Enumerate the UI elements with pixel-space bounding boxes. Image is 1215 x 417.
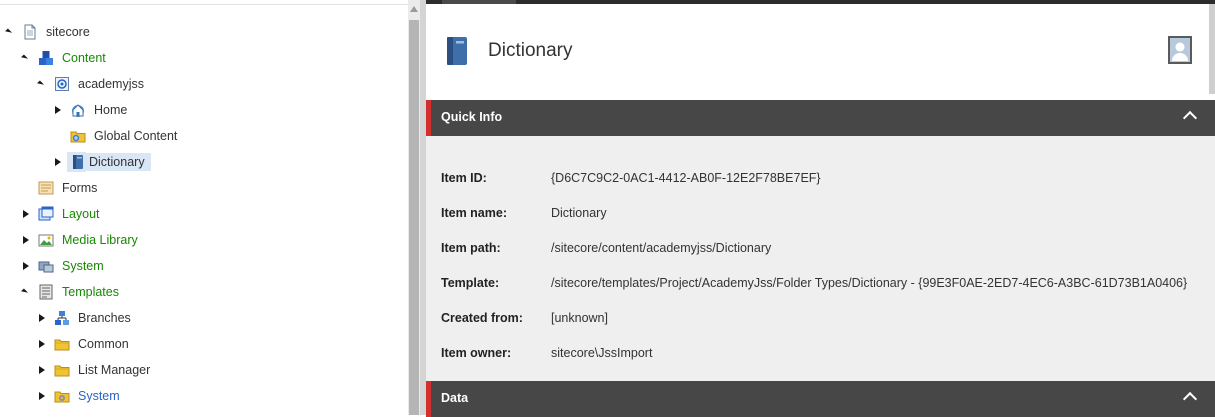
quick-info-row-item-path: Item path: /sitecore/content/academyjss/… <box>441 239 771 257</box>
quick-info-section-header[interactable]: Quick Info <box>426 100 1215 136</box>
selection-highlight <box>67 152 86 172</box>
templates-icon <box>38 284 54 300</box>
tree-item-label: Dictionary <box>86 153 151 171</box>
collapse-toggle-icon[interactable] <box>36 78 48 90</box>
tree-top-border <box>0 4 408 5</box>
section-title: Quick Info <box>441 110 503 124</box>
field-label: Item owner: <box>441 346 512 360</box>
field-label: Template: <box>441 276 500 290</box>
expand-toggle-icon[interactable] <box>20 260 32 272</box>
field-value[interactable]: /sitecore/content/academyjss/Dictionary <box>551 241 771 255</box>
editor-scrollbar-thumb[interactable] <box>1209 4 1215 94</box>
tree-item-label: Content <box>62 51 106 65</box>
tree-scrollbar-thumb[interactable] <box>409 20 419 415</box>
tree-item-common[interactable]: Common <box>36 333 132 355</box>
tree-item-global-content[interactable]: Global Content <box>52 125 180 147</box>
tree-item-layout[interactable]: Layout <box>20 203 103 225</box>
expand-toggle-icon[interactable] <box>36 338 48 350</box>
forms-icon <box>38 180 54 196</box>
expand-toggle-icon[interactable] <box>20 208 32 220</box>
field-value: sitecore\JssImport <box>551 346 653 360</box>
quick-info-panel: Item ID: {D6C7C9C2-0AC1-4412-AB0F-12E2F7… <box>426 136 1215 381</box>
quick-info-row-item-name: Item name: Dictionary <box>441 204 607 222</box>
user-avatar-button[interactable] <box>1168 36 1192 64</box>
folder-icon <box>54 336 70 352</box>
tree-item-label: Templates <box>62 285 119 299</box>
tree-item-sitecore[interactable]: sitecore <box>4 21 93 43</box>
collapse-toggle-icon[interactable] <box>4 26 16 38</box>
tree-item-system[interactable]: System <box>20 255 107 277</box>
item-editor: Dictionary Quick Info Item ID: {D6C7C9C2… <box>426 0 1215 417</box>
field-label: Item name: <box>441 206 507 220</box>
tree-item-branches[interactable]: Branches <box>36 307 134 329</box>
tree-item-label: Global Content <box>94 129 178 143</box>
tree-item-label: Forms <box>62 181 98 195</box>
quick-info-row-template: Template: /sitecore/templates/Project/Ac… <box>441 274 1187 292</box>
field-label: Item path: <box>441 241 501 255</box>
tree-item-label: List Manager <box>78 363 151 377</box>
collapse-toggle-icon[interactable] <box>20 286 32 298</box>
layout-icon <box>38 206 54 222</box>
tree-item-label: sitecore <box>46 25 90 39</box>
tree-item-label: Layout <box>62 207 100 221</box>
tree-item-label: Common <box>78 337 129 351</box>
system-icon <box>38 258 54 274</box>
field-label: Item ID: <box>441 171 487 185</box>
editor-active-tab[interactable] <box>442 0 516 4</box>
tree-item-media-library[interactable]: Media Library <box>20 229 141 251</box>
expand-toggle-icon[interactable] <box>36 312 48 324</box>
chevron-up-icon[interactable] <box>1182 110 1198 126</box>
tree-item-content[interactable]: Content <box>20 47 109 69</box>
site-icon <box>54 76 70 92</box>
branches-icon <box>54 310 70 326</box>
collapse-toggle-icon[interactable] <box>20 52 32 64</box>
tree-item-label: System <box>78 389 120 403</box>
dictionary-book-icon <box>70 154 86 170</box>
tree-item-label: Home <box>94 103 128 117</box>
tree-item-forms[interactable]: Forms <box>20 177 100 199</box>
quick-info-row-item-id: Item ID: {D6C7C9C2-0AC1-4412-AB0F-12E2F7… <box>441 169 821 187</box>
data-section-header[interactable]: Data <box>426 381 1215 417</box>
field-label: Created from: <box>441 311 523 325</box>
tree-item-academyjss[interactable]: academyjss <box>36 73 147 95</box>
dictionary-book-icon <box>444 36 470 66</box>
quick-info-row-item-owner: Item owner: sitecore\JssImport <box>441 344 652 362</box>
section-title: Data <box>441 391 469 405</box>
folder-icon <box>54 362 70 378</box>
chevron-up-icon[interactable] <box>1182 391 1198 407</box>
editor-tab-strip <box>426 0 1215 4</box>
media-library-icon <box>38 232 54 248</box>
tree-item-label: Branches <box>78 311 131 325</box>
field-value: [unknown] <box>551 311 608 325</box>
content-cubes-icon <box>38 50 54 66</box>
tree-item-templates-system[interactable]: System <box>36 385 123 407</box>
scroll-up-arrow-icon[interactable] <box>410 6 418 12</box>
system-folder-icon <box>54 388 70 404</box>
home-icon <box>70 102 86 118</box>
quick-info-row-created-from: Created from: [unknown] <box>441 309 608 327</box>
expand-toggle-icon[interactable] <box>20 234 32 246</box>
content-tree: sitecore Content academyjss Home Global … <box>0 0 408 415</box>
tree-item-templates[interactable]: Templates <box>20 281 122 303</box>
tree-item-label: Media Library <box>62 233 138 247</box>
template-link[interactable]: /sitecore/templates/Project/AcademyJss/F… <box>551 276 1187 290</box>
field-value[interactable]: {D6C7C9C2-0AC1-4412-AB0F-12E2F78BE7EF} <box>551 171 821 185</box>
global-content-folder-icon <box>70 128 86 144</box>
expand-toggle-icon[interactable] <box>52 156 64 168</box>
document-icon <box>22 24 38 40</box>
tree-item-label: System <box>62 259 104 273</box>
tree-item-list-manager[interactable]: List Manager <box>36 359 153 381</box>
tree-item-label: academyjss <box>78 77 144 91</box>
expand-toggle-icon[interactable] <box>52 104 64 116</box>
expand-toggle-icon[interactable] <box>36 390 48 402</box>
tree-item-dictionary[interactable]: Dictionary <box>52 151 151 173</box>
field-value[interactable]: Dictionary <box>551 206 607 220</box>
expand-toggle-icon[interactable] <box>36 364 48 376</box>
tree-item-home[interactable]: Home <box>52 99 130 121</box>
item-title: Dictionary <box>488 40 573 61</box>
